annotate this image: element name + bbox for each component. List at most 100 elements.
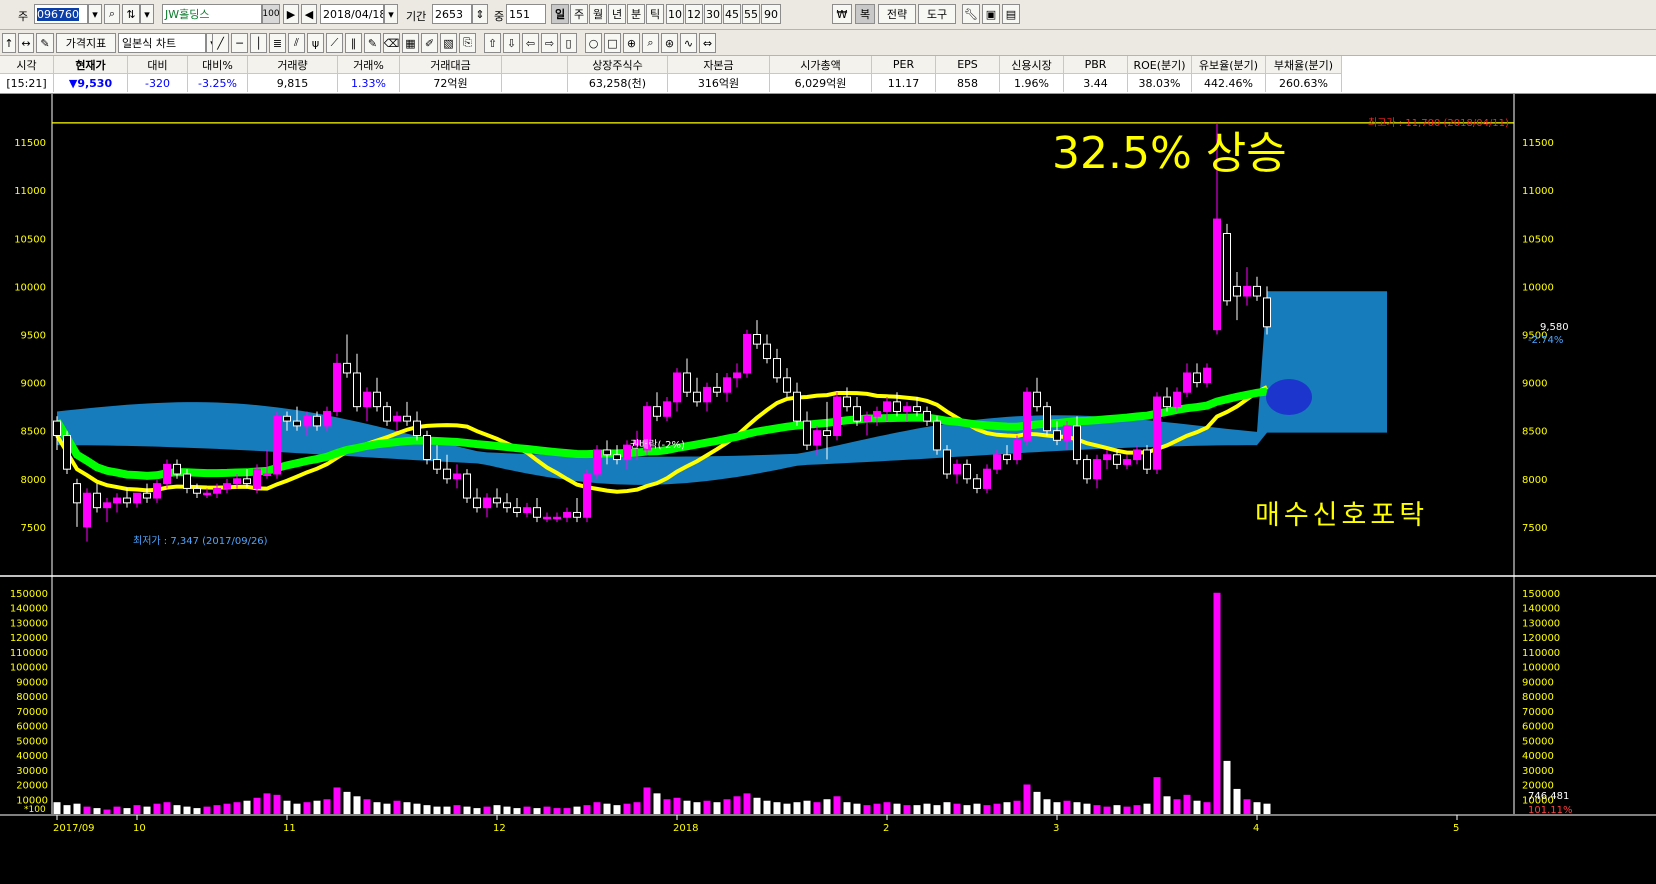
x-tick-label: 12 xyxy=(493,823,506,834)
count-field[interactable]: 100 xyxy=(262,4,280,24)
sort-dropdown-icon[interactable]: ▾ xyxy=(140,4,154,24)
candle-body xyxy=(1153,396,1161,470)
left-tool-icon[interactable]: ⇦ xyxy=(522,33,539,53)
view-count-input[interactable]: 151 xyxy=(506,4,546,24)
period-tab-day[interactable]: 일 xyxy=(551,4,569,24)
pen-tool-icon[interactable]: ✎ xyxy=(364,33,381,53)
fill-tool-icon[interactable]: ▧ xyxy=(440,33,457,53)
folder-icon[interactable]: ▤ xyxy=(1002,4,1020,24)
volume-bar xyxy=(153,803,161,814)
volume-bar xyxy=(723,799,731,814)
brush-tool-icon[interactable]: ✐ xyxy=(421,33,438,53)
volume-bar xyxy=(673,797,681,814)
stock-code-input[interactable]: 096760 xyxy=(34,4,88,24)
period-tab-10[interactable]: 10 xyxy=(666,4,684,24)
header-debt-ratio: 부채율(분기) xyxy=(1266,56,1342,74)
volume-bar xyxy=(913,805,921,814)
line-tool-icon[interactable]: ╱ xyxy=(212,33,229,53)
down-tool-icon[interactable]: ⇩ xyxy=(503,33,520,53)
save-icon[interactable]: ▣ xyxy=(982,4,1000,24)
edit-icon[interactable]: ✎ xyxy=(36,33,54,53)
volume-bar xyxy=(693,802,701,814)
volume-bar xyxy=(503,806,511,814)
toolbar-row-1: 주 096760 ▾ ⌕ ⇅ ▾ JW홀딩스 100 ▶ ◀ 2018/04/1… xyxy=(0,0,1656,30)
period-tab-12[interactable]: 12 xyxy=(685,4,703,24)
rect-tool-icon[interactable]: □ xyxy=(604,33,621,53)
next-icon[interactable]: ▶ xyxy=(283,4,299,24)
vline-tool-icon[interactable]: │ xyxy=(250,33,267,53)
code-dropdown-icon[interactable]: ▾ xyxy=(88,4,102,24)
right-tool-icon[interactable]: ⇨ xyxy=(541,33,558,53)
scale-tool-icon[interactable]: ⇔ xyxy=(699,33,716,53)
hline-tool-icon[interactable]: ─ xyxy=(231,33,248,53)
page-tool-icon[interactable]: ▯ xyxy=(560,33,577,53)
eraser-tool-icon[interactable]: ⌫ xyxy=(383,33,400,53)
prev-icon[interactable]: ◀ xyxy=(301,4,317,24)
copy-button[interactable]: 복 xyxy=(855,4,875,24)
value-current-price: ▼9,530 xyxy=(54,74,128,92)
indicator-button[interactable]: 가격지표 xyxy=(56,33,116,53)
zoom-tool-icon[interactable]: ⊕ xyxy=(623,33,640,53)
volume-bar xyxy=(1003,802,1011,814)
tools-button[interactable]: 도구 xyxy=(918,4,956,24)
volume-bar xyxy=(743,793,751,814)
search-icon[interactable]: ⌕ xyxy=(104,4,120,24)
period-tab-30[interactable]: 30 xyxy=(704,4,722,24)
fibo-tool-icon[interactable]: ≣ xyxy=(269,33,286,53)
date-dropdown-icon[interactable]: ▾ xyxy=(384,4,398,24)
sort-icon[interactable]: ⇅ xyxy=(122,4,140,24)
candle-body xyxy=(343,362,351,374)
period-tab-minute[interactable]: 분 xyxy=(627,4,645,24)
period-tab-45[interactable]: 45 xyxy=(723,4,741,24)
price-tick-right: 10000 xyxy=(1522,282,1554,293)
candle-body xyxy=(303,415,311,427)
channel-tool-icon[interactable]: ⫽ xyxy=(288,33,305,53)
volume-bar xyxy=(233,802,241,814)
x-tick-label: 5 xyxy=(1453,823,1459,834)
trend-tool-icon[interactable]: ⟋ xyxy=(326,33,343,53)
period-tab-90[interactable]: 90 xyxy=(761,4,781,24)
wrench-icon[interactable]: 🔧︎ xyxy=(962,4,980,24)
candle-body xyxy=(433,459,441,470)
volume-bar xyxy=(813,802,821,814)
period-tab-month[interactable]: 월 xyxy=(589,4,607,24)
period-input[interactable]: 2653 xyxy=(432,4,472,24)
wave-tool-icon[interactable]: ∿ xyxy=(680,33,697,53)
volume-bar xyxy=(1093,805,1101,814)
period-tab-tick[interactable]: 틱 xyxy=(646,4,664,24)
date-field[interactable]: 2018/04/18 xyxy=(320,4,384,24)
volume-bar xyxy=(753,797,761,814)
period-tab-week[interactable]: 주 xyxy=(570,4,588,24)
period-tab-year[interactable]: 년 xyxy=(608,4,626,24)
volume-bar xyxy=(923,803,931,814)
parallel-tool-icon[interactable]: ∥ xyxy=(345,33,362,53)
copy-tool-icon[interactable]: ⎘ xyxy=(459,33,476,53)
pitchfork-tool-icon[interactable]: ψ xyxy=(307,33,324,53)
candle-body xyxy=(763,343,771,360)
arrow-up-icon[interactable]: ↑ xyxy=(2,33,16,53)
volume-bar xyxy=(1183,794,1191,814)
won-button[interactable]: ₩ xyxy=(832,4,852,24)
candle-body xyxy=(933,420,941,451)
up-tool-icon[interactable]: ⇧ xyxy=(484,33,501,53)
chart-type-select[interactable]: 일본식 차트 xyxy=(118,33,206,53)
candle-body xyxy=(793,391,801,422)
candle-body xyxy=(243,478,251,485)
target-tool-icon[interactable]: ⊛ xyxy=(661,33,678,53)
candle-body xyxy=(73,483,81,504)
volume-bar xyxy=(373,802,381,814)
volume-bar xyxy=(763,800,771,814)
stock-name-field[interactable]: JW홀딩스 xyxy=(162,4,262,24)
spin-icon[interactable]: ⇕ xyxy=(472,4,488,24)
stock-code-value: 096760 xyxy=(37,7,79,21)
candle-body xyxy=(943,449,951,475)
stock-chart[interactable]: 11500 11500 11000 11000 10500 10500 10000 10000… xyxy=(0,94,1656,884)
expand-icon[interactable]: ↔ xyxy=(18,33,34,53)
color-tool-icon[interactable]: ▦ xyxy=(402,33,419,53)
volume-unit-label: *100 xyxy=(24,805,46,815)
strategy-button[interactable]: 전략 xyxy=(878,4,916,24)
period-tab-55[interactable]: 55 xyxy=(742,4,760,24)
price-tick-left: 8500 xyxy=(21,427,46,438)
circle-tool-icon[interactable]: ○ xyxy=(585,33,602,53)
magnify-tool-icon[interactable]: ⌕ xyxy=(642,33,659,53)
